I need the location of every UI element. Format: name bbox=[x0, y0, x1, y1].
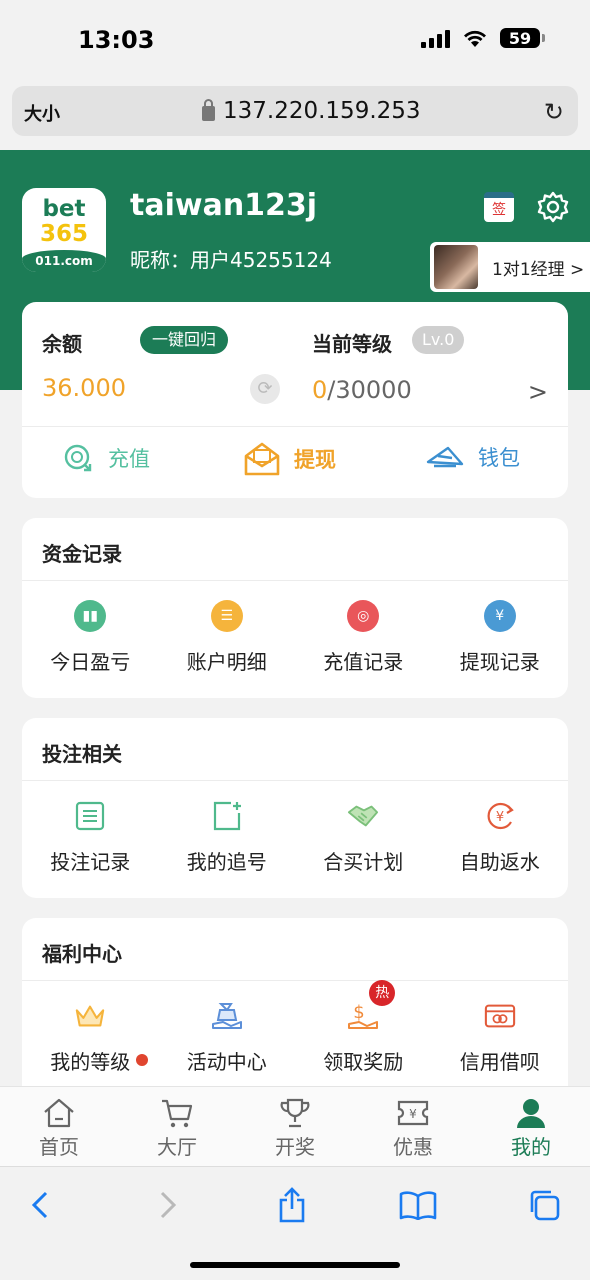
betting-card: 投注相关 投注记录 我的追号 合买计划 ¥ 自助返水 bbox=[22, 718, 568, 898]
funds-grid: ▮▮ 今日盈亏 ☰ 账户明细 ◎ 充值记录 ¥ 提现记录 bbox=[22, 580, 568, 675]
balance-value: 36.000 bbox=[42, 374, 126, 402]
bottom-tab-bar: 首页 大厅 开奖 ¥ 优惠 我的 bbox=[0, 1086, 590, 1166]
status-time: 13:03 bbox=[78, 26, 155, 54]
book-icon bbox=[399, 1191, 437, 1220]
tab-home[interactable]: 首页 bbox=[0, 1087, 118, 1166]
yen-cycle-icon: ¥ bbox=[487, 802, 514, 830]
section-title: 投注相关 bbox=[42, 742, 122, 766]
welfare-grid: 我的等级 活动中心 $ 热 领取奖励 信用借呗 bbox=[22, 980, 568, 1075]
url-display[interactable]: 137.220.159.253 bbox=[202, 98, 421, 124]
coins-icon: ◎ bbox=[347, 600, 380, 632]
group-buy-item[interactable]: 合买计划 bbox=[295, 780, 432, 875]
self-rebate-item[interactable]: ¥ 自助返水 bbox=[432, 780, 569, 875]
chart-icon: ▮▮ bbox=[74, 600, 107, 632]
divider bbox=[22, 426, 568, 427]
gift-hand-icon bbox=[211, 1003, 242, 1029]
checkin-calendar-icon[interactable]: 签 bbox=[484, 192, 514, 222]
level-arrow-icon[interactable]: > bbox=[528, 378, 548, 406]
bookmarks-button[interactable] bbox=[396, 1183, 440, 1227]
withdraw-button[interactable]: 提现 bbox=[244, 442, 336, 476]
wifi-icon bbox=[464, 30, 486, 47]
wallet-button[interactable]: 钱包 bbox=[426, 442, 520, 472]
section-title: 资金记录 bbox=[42, 542, 122, 566]
tabs-button[interactable] bbox=[522, 1183, 566, 1227]
tab-mine[interactable]: 我的 bbox=[472, 1087, 590, 1166]
reload-icon[interactable]: ↻ bbox=[544, 98, 564, 126]
url-text: 137.220.159.253 bbox=[223, 98, 421, 124]
recharge-icon bbox=[64, 444, 92, 472]
add-square-icon bbox=[213, 801, 241, 831]
credit-loan-item[interactable]: 信用借呗 bbox=[432, 980, 569, 1075]
yen-refund-icon: ¥ bbox=[483, 600, 516, 632]
svg-text:$: $ bbox=[354, 1002, 365, 1023]
funds-records-card: 资金记录 ▮▮ 今日盈亏 ☰ 账户明细 ◎ 充值记录 ¥ 提现记录 bbox=[22, 518, 568, 698]
betting-grid: 投注记录 我的追号 合买计划 ¥ 自助返水 bbox=[22, 780, 568, 875]
share-icon bbox=[279, 1187, 305, 1223]
notification-dot bbox=[136, 1054, 149, 1066]
text-size-button[interactable]: 大小 bbox=[24, 100, 60, 126]
tab-promotions[interactable]: ¥ 优惠 bbox=[354, 1087, 472, 1166]
manager-avatar bbox=[434, 245, 478, 289]
lock-icon bbox=[202, 98, 215, 121]
balance-label: 余额 bbox=[42, 332, 82, 356]
back-button[interactable] bbox=[18, 1183, 62, 1227]
level-label: 当前等级 bbox=[312, 332, 392, 356]
withdraw-icon bbox=[244, 442, 280, 476]
hot-badge: 热 bbox=[369, 980, 396, 1006]
gear-icon[interactable] bbox=[536, 190, 570, 224]
level-badge: Lv.0 bbox=[412, 326, 465, 354]
tabs-icon bbox=[530, 1190, 560, 1221]
bet365-logo: bet 365 011.com bbox=[22, 188, 106, 272]
handshake-icon bbox=[348, 805, 379, 827]
manager-label: 1对1经理 > bbox=[492, 259, 585, 280]
claim-reward-item[interactable]: $ 热 领取奖励 bbox=[295, 980, 432, 1075]
list-icon bbox=[76, 801, 105, 831]
tab-lottery-results[interactable]: 开奖 bbox=[236, 1087, 354, 1166]
cart-icon bbox=[162, 1099, 193, 1128]
status-indicators: 59 bbox=[421, 28, 545, 48]
status-bar: 13:03 59 bbox=[0, 0, 590, 82]
account-details-item[interactable]: ☰ 账户明细 bbox=[159, 580, 296, 675]
refresh-balance-icon[interactable]: ⟳ bbox=[250, 374, 280, 404]
activity-center-item[interactable]: 活动中心 bbox=[159, 980, 296, 1075]
share-button[interactable] bbox=[270, 1183, 314, 1227]
recharge-records-item[interactable]: ◎ 充值记录 bbox=[295, 580, 432, 675]
section-title: 福利中心 bbox=[42, 942, 122, 966]
chevron-right-icon bbox=[160, 1191, 177, 1219]
bet-records-item[interactable]: 投注记录 bbox=[22, 780, 159, 875]
one-click-return-button[interactable]: 一键回归 bbox=[140, 326, 229, 354]
today-profit-item[interactable]: ▮▮ 今日盈亏 bbox=[22, 580, 159, 675]
level-progress: 0/30000 bbox=[312, 376, 412, 404]
manager-button[interactable]: 1对1经理 > bbox=[430, 242, 590, 292]
withdraw-records-item[interactable]: ¥ 提现记录 bbox=[432, 580, 569, 675]
battery-icon: 59 bbox=[500, 28, 545, 48]
url-bar[interactable]: 大小 137.220.159.253 ↻ bbox=[12, 86, 578, 136]
trophy-icon bbox=[280, 1098, 310, 1128]
svg-text:¥: ¥ bbox=[409, 1107, 417, 1121]
forward-button[interactable] bbox=[146, 1183, 190, 1227]
home-icon bbox=[44, 1098, 74, 1128]
money-hand-icon: $ bbox=[348, 1002, 379, 1029]
svg-text:¥: ¥ bbox=[496, 810, 504, 825]
home-indicator bbox=[190, 1262, 400, 1268]
recharge-button[interactable]: 充值 bbox=[62, 442, 150, 474]
document-icon: ☰ bbox=[210, 600, 243, 632]
balance-card: 余额 一键回归 36.000 ⟳ 当前等级 Lv.0 0/30000 > 充值 … bbox=[22, 302, 568, 498]
username: taiwan123j bbox=[130, 188, 318, 223]
wallet-icon bbox=[426, 446, 464, 468]
cellular-signal-icon bbox=[421, 28, 450, 48]
my-level-item[interactable]: 我的等级 bbox=[22, 980, 159, 1075]
crown-icon bbox=[76, 1005, 105, 1027]
tab-lobby[interactable]: 大厅 bbox=[118, 1087, 236, 1166]
my-chase-item[interactable]: 我的追号 bbox=[159, 780, 296, 875]
card-icon bbox=[484, 1004, 515, 1028]
nickname: 昵称：用户45255124 bbox=[130, 248, 332, 272]
coupon-icon: ¥ bbox=[397, 1100, 429, 1126]
chevron-left-icon bbox=[31, 1191, 48, 1219]
person-icon bbox=[517, 1099, 545, 1128]
